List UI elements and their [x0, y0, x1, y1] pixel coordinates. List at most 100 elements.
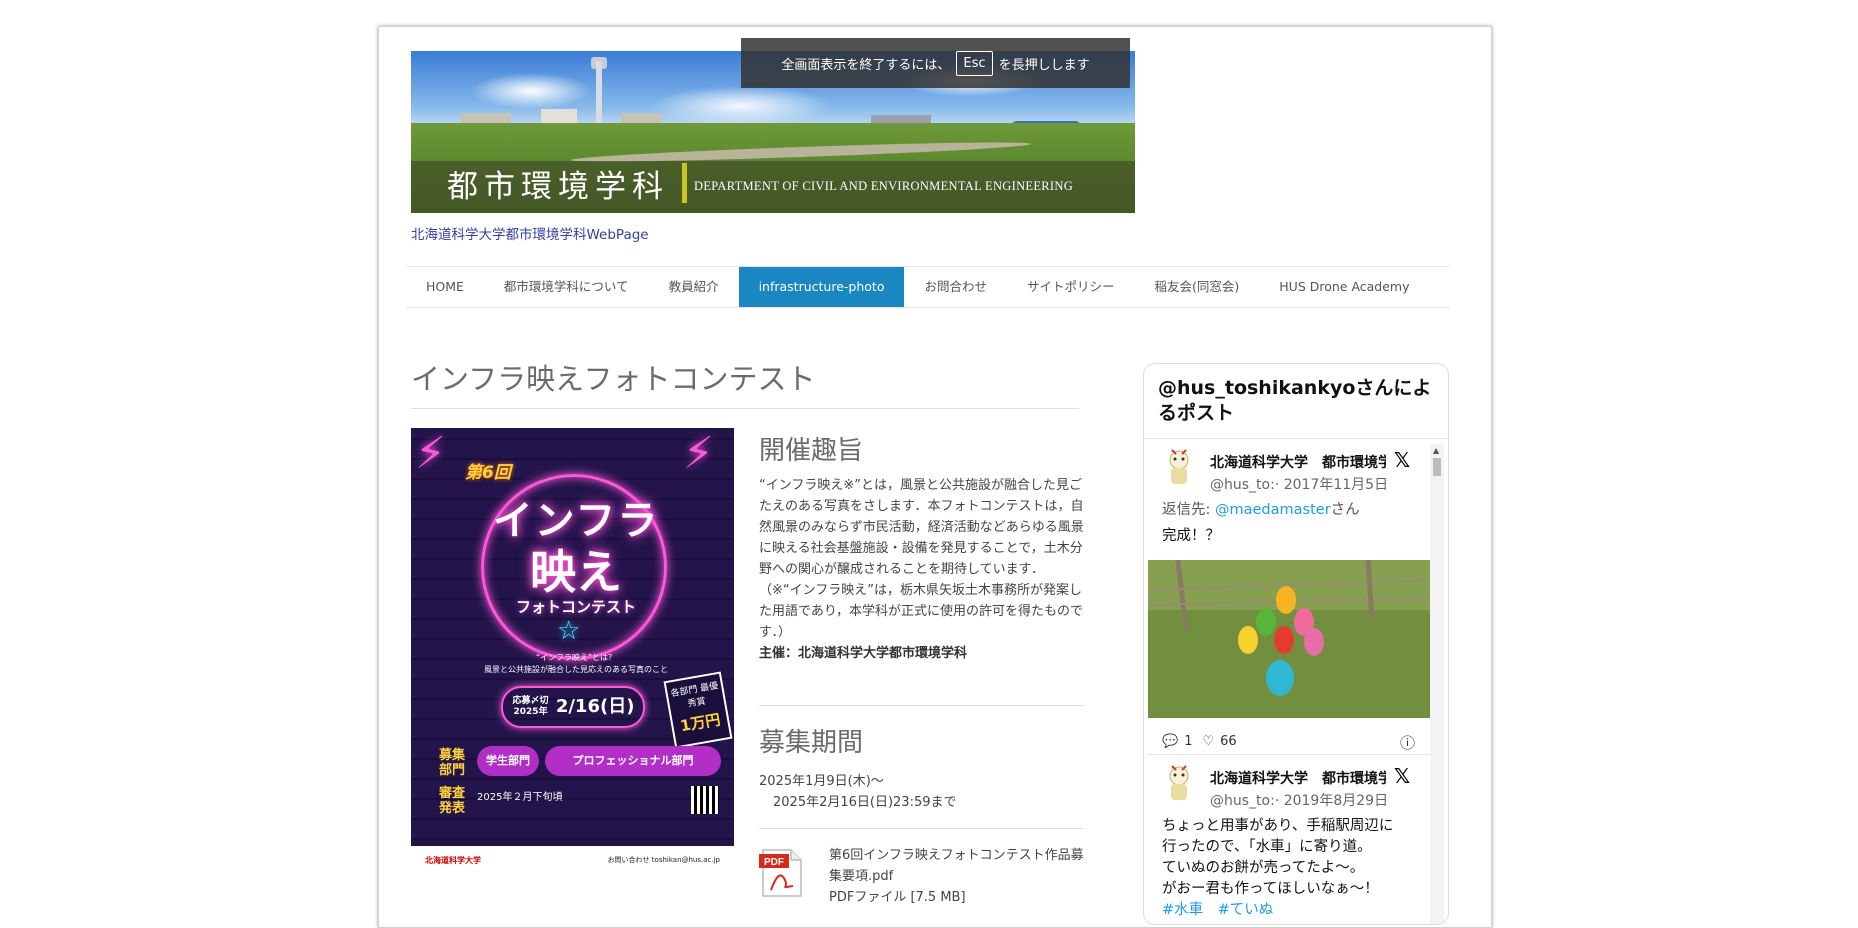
- tweet-photo[interactable]: [1148, 560, 1430, 718]
- tweet-author-name[interactable]: 北海道科学大学 都市環境学科: [1210, 452, 1386, 472]
- divider: [411, 408, 1079, 409]
- divider: [759, 828, 1083, 829]
- poster-deadline-label: 応募〆切 2025年: [512, 696, 549, 717]
- fullscreen-notice-prefix: 全画面表示を終了するには、: [781, 57, 951, 73]
- tower: [596, 61, 602, 129]
- tweet-text: ちょっと用事があり、手稲駅周辺に 行ったので、「水車」に寄り道。 ていぬのお餅が…: [1162, 816, 1393, 921]
- poster-deadline-date: 2/16(日): [555, 696, 635, 717]
- like-count: 66: [1220, 734, 1237, 749]
- banner-title-en: DEPARTMENT OF CIVIL AND ENVIRONMENTAL EN…: [694, 179, 1074, 193]
- section-heading-purpose: 開催趣旨: [759, 436, 864, 466]
- tweet-handle[interactable]: @hus_to:: [1210, 793, 1275, 809]
- reply-prefix: 返信先:: [1162, 502, 1215, 518]
- poster-edition: 第6回: [465, 463, 511, 483]
- section-heading-period: 募集期間: [759, 728, 864, 758]
- nav-item-about[interactable]: 都市環境学科について: [484, 267, 649, 307]
- info-icon[interactable]: ⓘ: [1400, 732, 1415, 753]
- esc-key-badge: Esc: [956, 50, 993, 76]
- divider: [1144, 438, 1448, 439]
- poster-category-pro: プロフェッショナル部門: [545, 746, 721, 776]
- nav-item-infrastructure-photo[interactable]: infrastructure-photo: [738, 267, 905, 307]
- reply-mention-link[interactable]: @maedamaster: [1215, 502, 1331, 518]
- page-title: インフラ映えフォトコンテスト: [411, 362, 816, 396]
- period-end: 2025年2月16日(日)23:59まで: [773, 795, 957, 810]
- avatar[interactable]: [1162, 448, 1196, 488]
- purpose-note: （※“インフラ映え”は，栃木県矢坂土木事務所が発案した用語であり，本学科が正式に…: [759, 583, 1083, 640]
- nav-item-drone-academy[interactable]: HUS Drone Academy: [1259, 267, 1429, 307]
- tweet-reply-to: 返信先: @maedamasterさん: [1162, 498, 1360, 519]
- tweet[interactable]: 北海道科学大学 都市環境学科 𝕏 @hus_to:· 2019年8月29日 ちょ…: [1148, 756, 1430, 924]
- nav-item-alumni[interactable]: 稲友会(同窓会): [1135, 267, 1260, 307]
- nav-item-contact[interactable]: お問合わせ: [904, 267, 1007, 307]
- poster-description-2: 風景と公共施設が融合した見応えのある写真のこと: [484, 665, 668, 674]
- nav-item-faculty[interactable]: 教員紹介: [649, 267, 739, 307]
- poster-judging-text: 2025年２月下旬頃: [477, 792, 563, 803]
- lightning-icon: ⚡: [415, 428, 446, 479]
- tweet-line: ちょっと用事があり、手稲駅周辺に: [1162, 818, 1394, 834]
- purpose-organizer: 主催：北海道科学大学都市環境学科: [759, 646, 968, 661]
- twitter-timeline-widget[interactable]: @hus_toshikankyoさんによるポスト 北海道科学大学 都市環境学科 …: [1143, 363, 1449, 925]
- reply-icon[interactable]: 💬: [1162, 734, 1178, 749]
- qr-code-icon: [691, 786, 719, 814]
- poster-footer: 北海道科学大学 お問い合わせ toshikan@hus.ac.jp: [411, 846, 734, 878]
- main-nav: HOME 都市環境学科について 教員紹介 infrastructure-phot…: [406, 266, 1450, 308]
- poster-title-line3: フォトコンテスト: [515, 598, 636, 616]
- tweet-line: 行ったので、「水車」に寄り道。: [1162, 839, 1372, 855]
- poster-category-student: 学生部門: [477, 746, 539, 776]
- tweet-date[interactable]: · 2017年11月5日: [1275, 477, 1388, 493]
- poster-description: “インフラ映え”とは？ 風景と公共施設が融合した見応えのある写真のこと: [451, 652, 701, 676]
- tweet-actions: 💬 1 ♡ 66: [1162, 734, 1237, 749]
- tweet-photo-graphic: [1148, 560, 1430, 718]
- divider: [1148, 754, 1430, 755]
- fullscreen-notice-suffix: を長押しします: [998, 57, 1090, 73]
- file-name[interactable]: 第6回インフラ映えフォトコンテスト作品募集要項.pdf: [829, 845, 1091, 887]
- widget-scrollbar[interactable]: ▲: [1430, 444, 1444, 924]
- poster-judging-label: 審査 発表: [439, 786, 466, 816]
- banner-title-jp: 都市環境学科: [447, 169, 669, 205]
- purpose-text: “インフラ映え※”とは，風景と公共施設が融合した見ごたえのある写真をさします．本…: [759, 478, 1084, 577]
- poster-footer-contact: お問い合わせ toshikan@hus.ac.jp: [607, 856, 720, 864]
- tweet-line: がおー君も作ってほしいなぁ～！: [1162, 881, 1379, 897]
- poster-category-label: 募集 部門: [439, 748, 466, 778]
- heart-icon[interactable]: ♡: [1202, 734, 1214, 749]
- nav-item-site-policy[interactable]: サイトポリシー: [1007, 267, 1135, 307]
- fullscreen-notice: 全画面表示を終了するには、 Esc を長押しします: [741, 38, 1130, 88]
- tweet-handle[interactable]: @hus_to:: [1210, 477, 1275, 493]
- tweet-date[interactable]: · 2019年8月29日: [1275, 793, 1388, 809]
- pdf-icon-label: PDF: [764, 857, 784, 868]
- lightning-icon: ⚡: [683, 428, 714, 479]
- poster-prize-label: 各部門 最優秀賞: [670, 681, 719, 710]
- scroll-up-arrow-icon[interactable]: ▲: [1433, 446, 1439, 455]
- tweet-line: ていぬのお餅が売ってたよ～。: [1162, 860, 1365, 876]
- tweet-author-name[interactable]: 北海道科学大学 都市環境学科: [1210, 768, 1386, 788]
- tweet-meta: @hus_to:· 2019年8月29日: [1210, 790, 1388, 810]
- poster-deadline: 応募〆切 2025年 2/16(日): [501, 686, 645, 728]
- section-period: 募集期間 2025年1月9日(木)～ 2025年2月16日(日)23:59まで: [759, 722, 1085, 813]
- poster-footer-logo: 北海道科学大学: [425, 856, 481, 865]
- reply-count: 1: [1184, 734, 1193, 749]
- site-link[interactable]: 北海道科学大学都市環境学科WebPage: [411, 223, 649, 243]
- tweet-text: 完成！？: [1162, 528, 1220, 544]
- poster-description-1: “インフラ映え”とは？: [535, 653, 617, 662]
- poster-title-line2: 映え: [530, 545, 622, 599]
- file-download[interactable]: 第6回インフラ映えフォトコンテスト作品募集要項.pdf PDFファイル [7.5…: [829, 845, 1091, 908]
- x-logo-icon[interactable]: 𝕏: [1394, 448, 1410, 472]
- poster-prize-badge: 各部門 最優秀賞 1万円: [663, 671, 733, 749]
- tweet-meta: @hus_to:· 2017年11月5日: [1210, 474, 1388, 494]
- x-logo-icon[interactable]: 𝕏: [1394, 764, 1410, 788]
- section-purpose: 開催趣旨 “インフラ映え※”とは，風景と公共施設が融合した見ごたえのある写真をさ…: [759, 430, 1085, 664]
- file-meta: PDFファイル [7.5 MB]: [829, 890, 966, 905]
- tweet[interactable]: 北海道科学大学 都市環境学科 𝕏 @hus_to:· 2017年11月5日 返信…: [1148, 440, 1430, 752]
- banner-divider: [682, 163, 687, 203]
- star-icon: ☆: [557, 616, 581, 646]
- reply-suffix: さん: [1330, 502, 1360, 518]
- divider: [759, 705, 1083, 706]
- pdf-file-icon[interactable]: PDF: [759, 848, 805, 898]
- widget-title: @hus_toshikankyoさんによるポスト: [1158, 377, 1432, 424]
- nav-item-home[interactable]: HOME: [406, 267, 484, 307]
- poster-prize-amount: 1万円: [678, 710, 722, 736]
- avatar[interactable]: [1162, 764, 1196, 804]
- period-start: 2025年1月9日(木)～: [759, 774, 884, 789]
- scroll-thumb[interactable]: [1433, 458, 1441, 476]
- contest-poster-image[interactable]: ⚡ ⚡ 第6回 インフラ 映え フォトコンテスト ☆ “インフラ映え”とは？ 風…: [411, 428, 734, 878]
